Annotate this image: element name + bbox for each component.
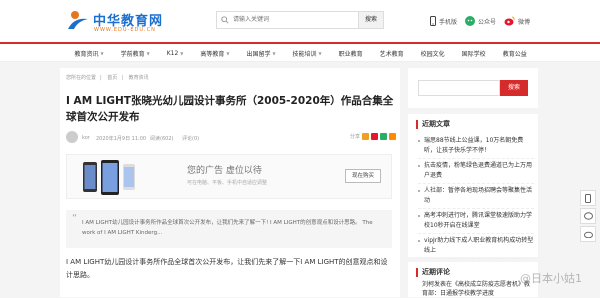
- ad-buy-button[interactable]: 现在购买: [345, 169, 381, 183]
- wechat-icon: [465, 16, 476, 26]
- float-phone-button[interactable]: [580, 190, 596, 206]
- article-panel: 您所在的位置 | 首页 | 教育资讯 I AM LIGHT张晓光幼儿园设计事务所（2…: [60, 68, 400, 297]
- wechat-icon: [583, 212, 593, 220]
- weibo-icon: [504, 16, 515, 26]
- mobile-link[interactable]: 手机版: [430, 16, 457, 26]
- nav-item[interactable]: 职业教育: [330, 49, 371, 58]
- chevron-down-icon: ▼: [146, 50, 150, 56]
- recent-post-item[interactable]: vipJr助力线下成人职业教育机构成功转型线上: [418, 234, 534, 259]
- nav-item[interactable]: 国际学校: [453, 49, 494, 58]
- nav-item[interactable]: 高等教育 ▼: [192, 49, 238, 58]
- main-nav: 教育资讯 ▼ 学前教育 ▼ K12 ▼ 高等教育 ▼ 出国留学 ▼ 技能培训 ▼ 职业教育 艺术教育 校园文…: [0, 42, 600, 62]
- nav-item[interactable]: 技能培训 ▼: [284, 49, 330, 58]
- recent-comments: 近期评论 刘柯发表在《高校成立防疫志愿者机》教育部：日通报学校教学进度: [408, 262, 538, 297]
- recent-post-item[interactable]: 瑞思88节线上公益课，10万名朝免费听，让孩子快乐学不停！: [418, 134, 534, 159]
- recent-posts: 近期文章 瑞思88节线上公益课，10万名朝免费听，让孩子快乐学不停！ 抗击疫情，粉…: [408, 114, 538, 259]
- search-box: 搜索: [216, 11, 384, 29]
- search-button[interactable]: 搜索: [358, 11, 384, 29]
- author-avatar[interactable]: [66, 131, 78, 143]
- recent-posts-title: 近期文章: [416, 120, 450, 129]
- article-meta: kor 2020年1月9日 11:00 阅读(602) 评论(0) 分享: [66, 130, 396, 144]
- nav-item[interactable]: 教育公益: [494, 49, 535, 58]
- weibo-link[interactable]: 微博: [504, 16, 530, 26]
- publish-date: 2020年1月9日 11:00: [96, 136, 147, 142]
- phone-icon: [430, 16, 436, 26]
- search-icon: [221, 16, 229, 24]
- breadcrumb: 您所在的位置 | 首页 | 教育资讯: [66, 75, 149, 81]
- wechat-link-label: 公众号: [478, 18, 497, 26]
- weibo-link-label: 微博: [518, 18, 531, 26]
- chevron-down-icon: ▼: [318, 50, 322, 56]
- nav-item-label: 艺术教育: [379, 50, 404, 58]
- logo-domain: WWW.EDU-EDU.CN: [94, 27, 156, 33]
- search-input[interactable]: [233, 14, 343, 26]
- share-more-icon[interactable]: [389, 133, 396, 140]
- ad-subtitle: 可在电脑、平板、手机中自适应调整: [187, 180, 268, 186]
- top-bar: 中华教育网 WWW.EDU-EDU.CN 搜索 手机版 公众号 微博: [0, 0, 600, 42]
- quote-icon: “: [72, 213, 78, 224]
- float-wechat-button[interactable]: [580, 208, 596, 224]
- nav-item[interactable]: 学前教育 ▼: [112, 49, 158, 58]
- share-bar: 分享: [350, 133, 396, 140]
- share-qzone-icon[interactable]: [362, 133, 369, 140]
- recent-post-item[interactable]: 高考冲刺进行时，腾讯课堂极速版助力学校10秒开启在线课堂: [418, 209, 534, 234]
- recent-post-item[interactable]: 人社部：暂停各地现场招聘会等聚集性活动: [418, 184, 534, 209]
- recent-comments-title: 近期评论: [416, 268, 450, 277]
- breadcrumb-category[interactable]: 教育资讯: [129, 75, 149, 81]
- nav-item[interactable]: 教育资讯 ▼: [66, 49, 112, 58]
- sidebar-search: 搜索: [408, 68, 538, 108]
- breadcrumb-location: 您所在的位置: [66, 75, 97, 81]
- breadcrumb-home[interactable]: 首页: [107, 75, 117, 81]
- nav-item-label: 校园文化: [420, 50, 445, 58]
- float-weibo-button[interactable]: [580, 226, 596, 242]
- nav-item[interactable]: 出国留学 ▼: [238, 49, 284, 58]
- share-wechat-icon[interactable]: [380, 133, 387, 140]
- logo-icon: [68, 11, 88, 29]
- article-title: I AM LIGHT张晓光幼儿园设计事务所（2005-2020年）作品合集全球首…: [66, 95, 394, 123]
- top-links: 手机版 公众号 微博: [430, 14, 530, 28]
- nav-item-label: K12: [166, 49, 179, 57]
- nav-item-label: 学前教育: [120, 50, 145, 58]
- ad-banner[interactable]: 您的广告 虚位以待 可在电脑、平板、手机中自适应调整 现在购买: [66, 154, 392, 199]
- comment-count[interactable]: 评论(0): [182, 135, 199, 142]
- share-label: 分享: [349, 134, 360, 140]
- wechat-link[interactable]: 公众号: [465, 16, 496, 26]
- sidebar-search-button[interactable]: 搜索: [500, 80, 528, 96]
- sidebar-search-input[interactable]: [418, 80, 500, 96]
- excerpt-text: I AM LIGHT幼儿园设计事务所作品全球首次公开发布，让我们先来了解一下! …: [82, 220, 373, 236]
- nav-item-label: 教育公益: [502, 50, 527, 58]
- mobile-link-label: 手机版: [439, 18, 458, 26]
- recent-comment-text[interactable]: 刘柯发表在《高校成立防疫志愿者机》教育部：日通报学校教学进度: [422, 280, 534, 298]
- chevron-down-icon: ▼: [180, 50, 184, 56]
- nav-item[interactable]: K12 ▼: [158, 50, 192, 57]
- article-excerpt: “ I AM LIGHT幼儿园设计事务所作品全球首次公开发布，让我们先来了解一下…: [66, 210, 392, 248]
- ad-title: 您的广告 虚位以待: [187, 166, 262, 176]
- devices-icon: [83, 160, 135, 195]
- article-body: I AM LIGHT幼儿园设计事务所作品全球首次公开发布，让我们先来了解一下I …: [66, 258, 388, 279]
- phone-icon: [585, 193, 591, 203]
- view-count: 阅读(602): [150, 136, 174, 142]
- recent-post-item[interactable]: 抗击疫情，粉笔绿色退费通道已为上万用户退费: [418, 159, 534, 184]
- chevron-down-icon: ▼: [272, 50, 276, 56]
- nav-item-label: 国际学校: [461, 50, 486, 58]
- nav-item-label: 教育资讯: [74, 50, 99, 58]
- author-name[interactable]: kor: [82, 135, 90, 141]
- watermark: @日本小姑1: [520, 272, 582, 285]
- nav-item[interactable]: 校园文化: [412, 49, 453, 58]
- nav-item-label: 技能培训: [292, 50, 317, 58]
- chevron-down-icon: ▼: [226, 50, 230, 56]
- chevron-down-icon: ▼: [100, 50, 104, 56]
- nav-item-label: 出国留学: [246, 50, 271, 58]
- nav-item-label: 职业教育: [338, 50, 363, 58]
- site-logo[interactable]: 中华教育网 WWW.EDU-EDU.CN: [66, 7, 166, 37]
- nav-item[interactable]: 艺术教育: [371, 49, 412, 58]
- nav-item-label: 高等教育: [200, 50, 225, 58]
- share-weibo-icon[interactable]: [371, 133, 378, 140]
- weibo-icon: [583, 231, 593, 238]
